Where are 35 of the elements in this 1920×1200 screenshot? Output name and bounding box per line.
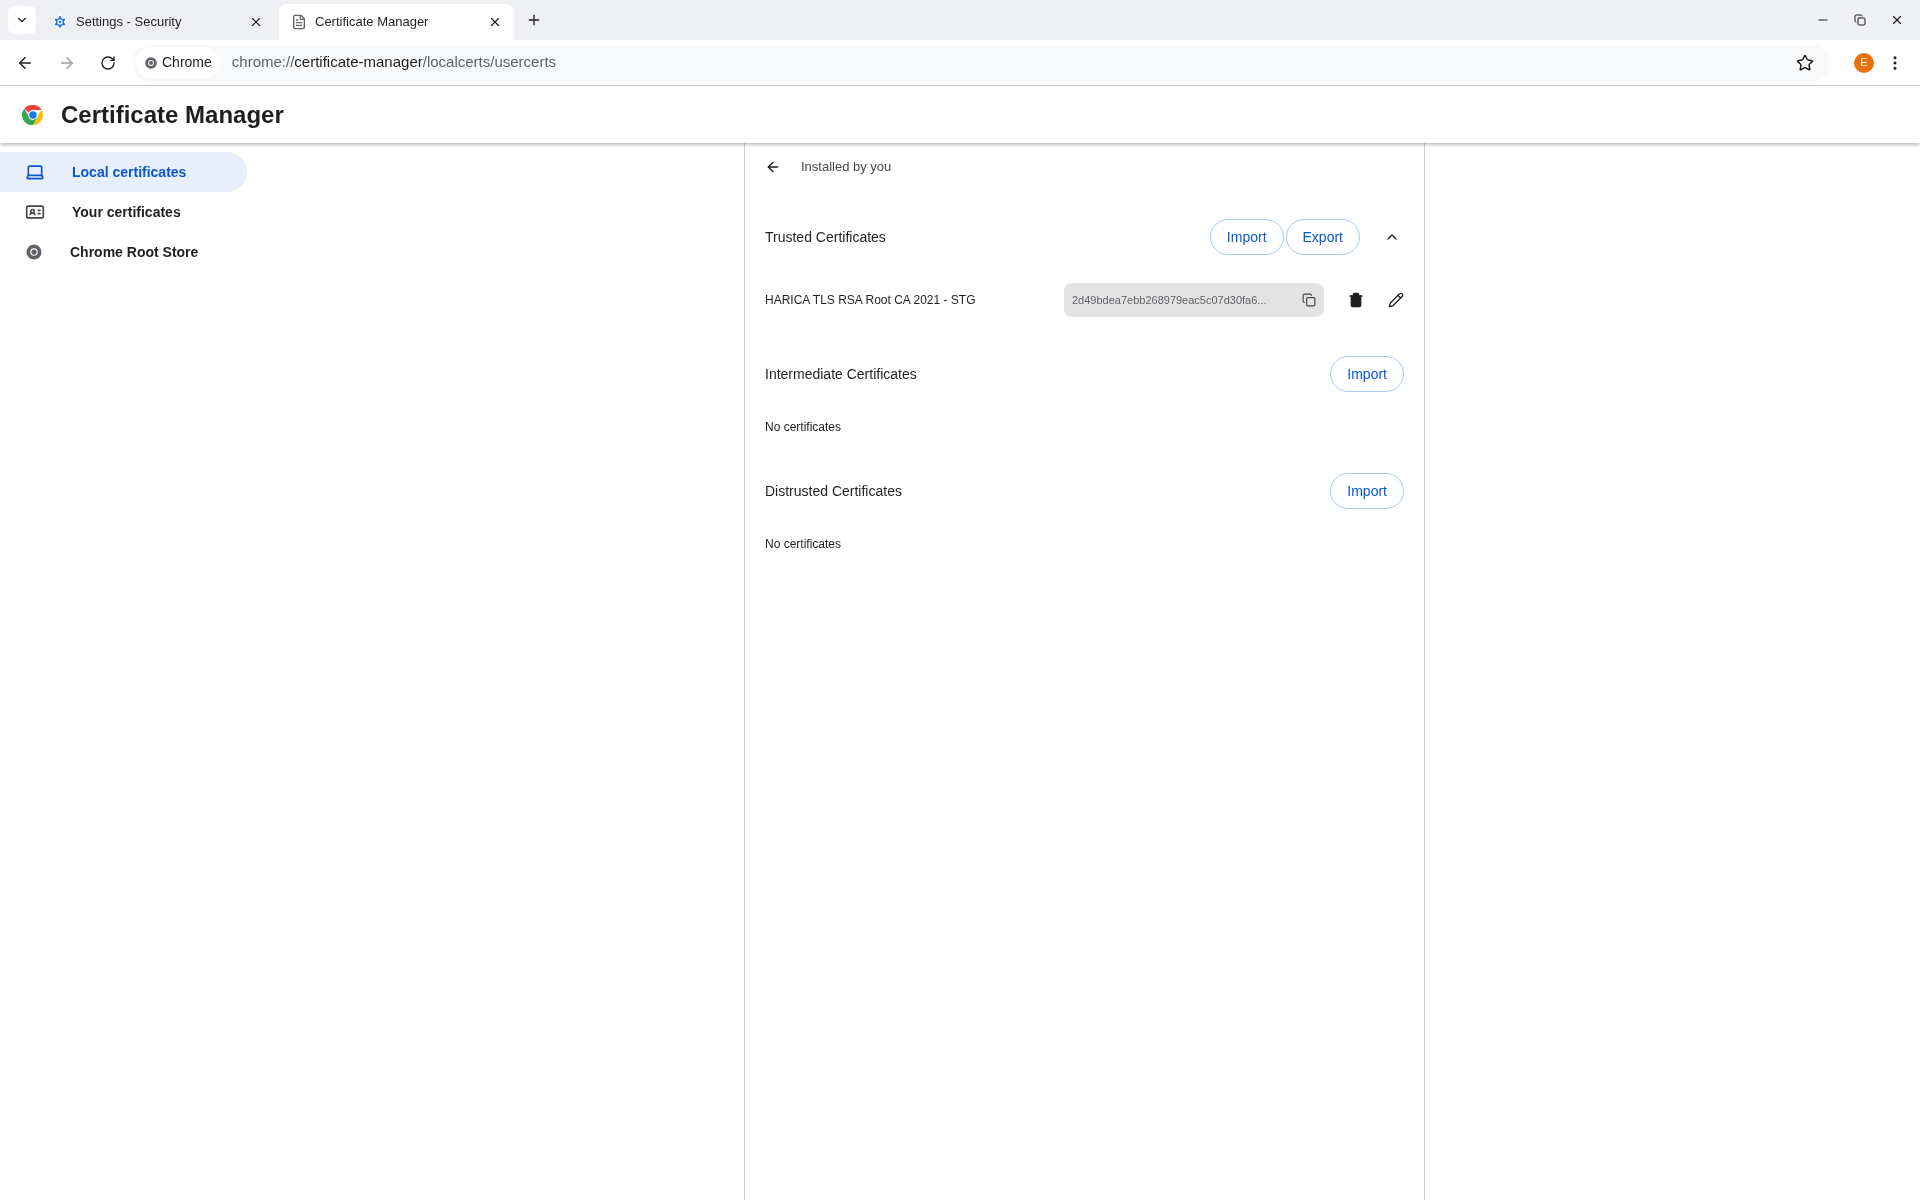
reload-icon[interactable] xyxy=(100,54,116,71)
panel-heading: Installed by you xyxy=(801,158,892,177)
settings-icon xyxy=(52,14,68,30)
browser-tab[interactable]: Settings - Security xyxy=(40,4,275,40)
page-title: Certificate Manager xyxy=(61,99,284,130)
empty-message: No certificates xyxy=(765,419,842,436)
new-tab-icon[interactable] xyxy=(526,12,542,28)
restore-icon[interactable] xyxy=(1854,14,1866,26)
address-bar[interactable]: Chrome chrome://certificate-manager/localcerts/usercerts xyxy=(132,44,1830,81)
close-icon[interactable] xyxy=(488,15,502,29)
back-icon[interactable] xyxy=(765,159,781,175)
chrome-icon xyxy=(144,55,158,70)
site-chip[interactable]: Chrome xyxy=(136,46,220,79)
section-title: Distrusted Certificates xyxy=(765,481,903,501)
id-card-icon xyxy=(25,202,45,222)
delete-icon[interactable] xyxy=(1348,292,1364,308)
browser-tab[interactable]: Certificate Manager xyxy=(279,4,514,40)
chrome-icon xyxy=(25,243,43,261)
document-icon xyxy=(291,14,307,30)
sidebar-item[interactable]: Local certificates xyxy=(0,152,247,192)
sidebar-item[interactable]: Your certificates xyxy=(0,192,247,232)
section-title: Intermediate Certificates xyxy=(765,364,918,384)
empty-message: No certificates xyxy=(765,536,842,553)
edit-icon[interactable] xyxy=(1388,292,1404,308)
laptop-icon xyxy=(25,162,45,182)
copy-icon[interactable] xyxy=(1302,293,1316,307)
bookmark-star-icon[interactable] xyxy=(1796,53,1814,72)
chrome-logo-icon xyxy=(21,102,45,127)
close-icon[interactable] xyxy=(1890,13,1904,27)
close-icon[interactable] xyxy=(249,15,263,29)
hash-field: 2d49bdea7ebb268979eac5c07d30fa6... xyxy=(1064,283,1324,317)
certificate-name: HARICA TLS RSA Root CA 2021 - STG xyxy=(765,292,977,309)
section-title: Trusted Certificates xyxy=(765,227,887,247)
url-text: chrome://certificate-manager/localcerts/usercerts xyxy=(231,52,557,73)
sidebar-item[interactable]: Chrome Root Store xyxy=(0,232,247,272)
